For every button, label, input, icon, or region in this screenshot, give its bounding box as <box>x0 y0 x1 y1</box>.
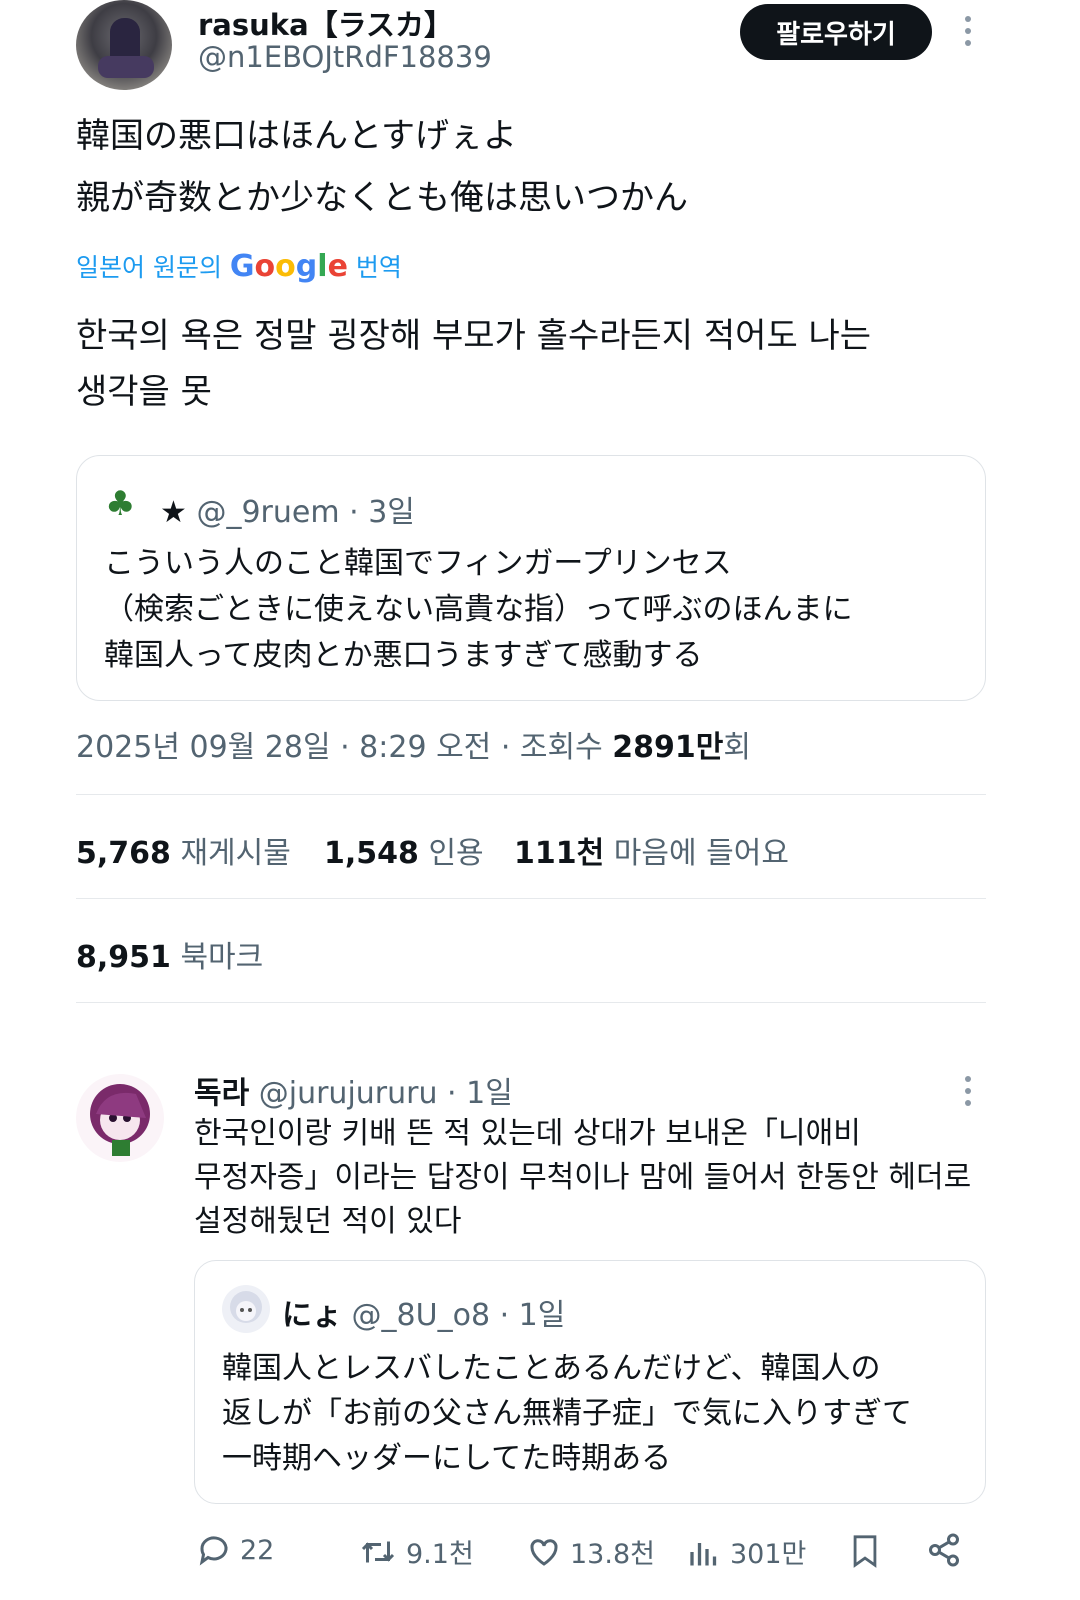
quoted-author-handle: @_9ruem <box>196 495 340 530</box>
clover-icon: ♣ <box>105 484 136 524</box>
repost-action-count: 9.1천 <box>406 1539 474 1570</box>
reply-author-handle[interactable]: @jurujururu <box>259 1076 438 1111</box>
quoted-text-line: 韓国人って皮肉とか悪口うますぎて感動する <box>104 638 703 673</box>
divider <box>76 794 986 795</box>
tweet-text-line: 韓国の悪口はほんとすげぇよ <box>76 116 517 156</box>
translation-text-line: 한국의 욕은 정말 굉장해 부모가 홀수라든지 적어도 나는 <box>76 316 872 356</box>
divider <box>76 898 986 899</box>
view-count: 2891만 <box>612 730 724 765</box>
share-action[interactable] <box>926 1532 962 1568</box>
repost-count[interactable]: 5,768 재게시물 <box>76 828 291 872</box>
views-icon <box>690 1542 717 1565</box>
nested-avatar <box>222 1285 270 1333</box>
bookmark-icon <box>853 1535 877 1568</box>
reply-action[interactable]: 22 <box>196 1532 274 1568</box>
reply-text-line: 한국인이랑 키배 뜬 적 있는데 상대가 보내온「니애비 <box>194 1116 861 1151</box>
author-handle[interactable]: @n1EBOJtRdF18839 <box>198 40 492 74</box>
nested-text-line: 返しが「お前の父さん無精子症」で気に入りすぎて <box>222 1396 912 1431</box>
tweet-text-line: 親が奇数とか少なくとも俺は思いつかん <box>76 178 688 218</box>
reply-more-options-icon[interactable] <box>958 1076 978 1106</box>
translation-text-line: 생각을 못 <box>76 372 212 412</box>
views-action[interactable]: 301만 <box>686 1532 806 1571</box>
reply-author-name[interactable]: 독라 <box>194 1076 249 1111</box>
like-action[interactable]: 13.8천 <box>526 1532 655 1571</box>
reply-count: 22 <box>240 1534 275 1566</box>
heart-icon <box>530 1538 558 1566</box>
reply-text-line: 설정해뒀던 적이 있다 <box>194 1204 462 1239</box>
translation-suffix: 번역 <box>355 253 402 282</box>
nested-author-handle: @_8U_o8 <box>351 1298 491 1333</box>
quoted-text-line: （検索ごときに使えない高貴な指）って呼ぶのほんまに <box>104 592 853 627</box>
views-action-count: 301만 <box>730 1539 807 1570</box>
nested-header: にょ @_8U_o8 · 1일 <box>282 1290 565 1334</box>
view-count-unit: 회 <box>723 730 751 765</box>
more-options-icon[interactable] <box>958 16 978 46</box>
author-avatar[interactable] <box>76 0 172 90</box>
tweet-date-time: 2025년 09월 28일 · 8:29 오전 · 조회수 <box>76 730 603 765</box>
comment-icon <box>199 1536 228 1566</box>
reply-time: · 1일 <box>447 1076 513 1111</box>
repost-icon <box>361 1541 395 1562</box>
nested-text-line: 一時期ヘッダーにしてた時期ある <box>222 1441 672 1476</box>
nested-author-name: にょ <box>282 1298 342 1333</box>
bookmark-count[interactable]: 8,951 북마크 <box>76 932 263 976</box>
like-action-count: 13.8천 <box>570 1539 655 1570</box>
translation-label[interactable]: 일본어 원문의 Google 번역 <box>76 248 402 284</box>
nested-time: · 1일 <box>499 1298 566 1333</box>
share-icon <box>929 1533 959 1567</box>
bookmark-action[interactable] <box>848 1532 882 1570</box>
divider <box>76 1002 986 1003</box>
quoted-text-line: こういう人のこと韓国でフィンガープリンセス <box>104 546 732 581</box>
reply-avatar[interactable] <box>76 1074 164 1162</box>
quoted-tweet-header: ★ @_9ruem · 3일 <box>160 487 415 531</box>
quoted-tweet-time: · 3일 <box>349 495 415 530</box>
translation-prefix: 일본어 원문의 <box>76 253 222 282</box>
author-name[interactable]: rasuka【ラスカ】 <box>198 2 453 44</box>
google-logo: Google <box>229 249 348 284</box>
reply-text-line: 무정자증」이라는 답장이 무척이나 맘에 들어서 한동안 헤더로 <box>194 1160 972 1195</box>
repost-action[interactable]: 9.1천 <box>358 1532 474 1571</box>
reply-header: 독라 @jurujururu · 1일 <box>194 1068 513 1112</box>
like-count[interactable]: 111천 마음에 들어요 <box>514 828 789 872</box>
nested-text-line: 韓国人とレスバしたことあるんだけど、韓国人の <box>222 1351 881 1386</box>
quoted-author-name: ★ <box>160 495 187 530</box>
quote-count[interactable]: 1,548 인용 <box>324 828 484 872</box>
tweet-meta: 2025년 09월 28일 · 8:29 오전 · 조회수 2891만회 <box>76 722 751 766</box>
follow-button[interactable]: 팔로우하기 <box>740 4 932 60</box>
